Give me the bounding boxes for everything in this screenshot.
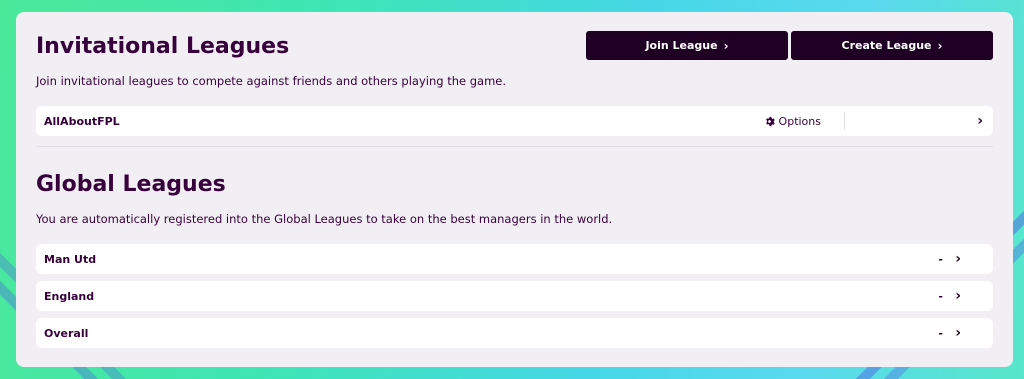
league-name: AllAboutFPL: [44, 114, 120, 128]
leagues-panel: Invitational Leagues Join League › Creat…: [16, 12, 1013, 367]
chevron-right-icon: ›: [723, 38, 729, 53]
league-row-overall[interactable]: Overall - ›: [36, 318, 993, 348]
join-league-label: Join League: [645, 39, 718, 52]
section-divider: [36, 146, 993, 147]
global-description: You are automatically registered into th…: [36, 212, 613, 226]
invitational-description: Join invitational leagues to compete aga…: [36, 74, 507, 88]
chevron-right-icon[interactable]: ›: [955, 281, 961, 311]
chevron-right-icon[interactable]: ›: [977, 106, 983, 136]
chevron-right-icon[interactable]: ›: [955, 318, 961, 348]
league-name: Overall: [44, 326, 89, 340]
league-row-england[interactable]: England - ›: [36, 281, 993, 311]
global-leagues-title: Global Leagues: [36, 172, 226, 197]
row-divider: [844, 112, 845, 130]
league-rank: -: [938, 252, 943, 266]
create-league-button[interactable]: Create League ›: [791, 31, 993, 60]
chevron-right-icon[interactable]: ›: [955, 244, 961, 274]
join-league-button[interactable]: Join League ›: [586, 31, 788, 60]
gear-icon: [765, 116, 775, 126]
league-rank: -: [938, 326, 943, 340]
league-rank: -: [938, 289, 943, 303]
league-name: England: [44, 289, 95, 303]
options-label: Options: [778, 114, 821, 128]
create-league-label: Create League: [841, 39, 932, 52]
league-options-button[interactable]: Options: [764, 106, 821, 136]
invitational-leagues-title: Invitational Leagues: [36, 34, 290, 59]
chevron-right-icon: ›: [937, 38, 943, 53]
league-row-allaboutfpl[interactable]: AllAboutFPL Options ›: [36, 106, 993, 136]
league-row-man-utd[interactable]: Man Utd - ›: [36, 244, 993, 274]
league-name: Man Utd: [44, 252, 97, 266]
